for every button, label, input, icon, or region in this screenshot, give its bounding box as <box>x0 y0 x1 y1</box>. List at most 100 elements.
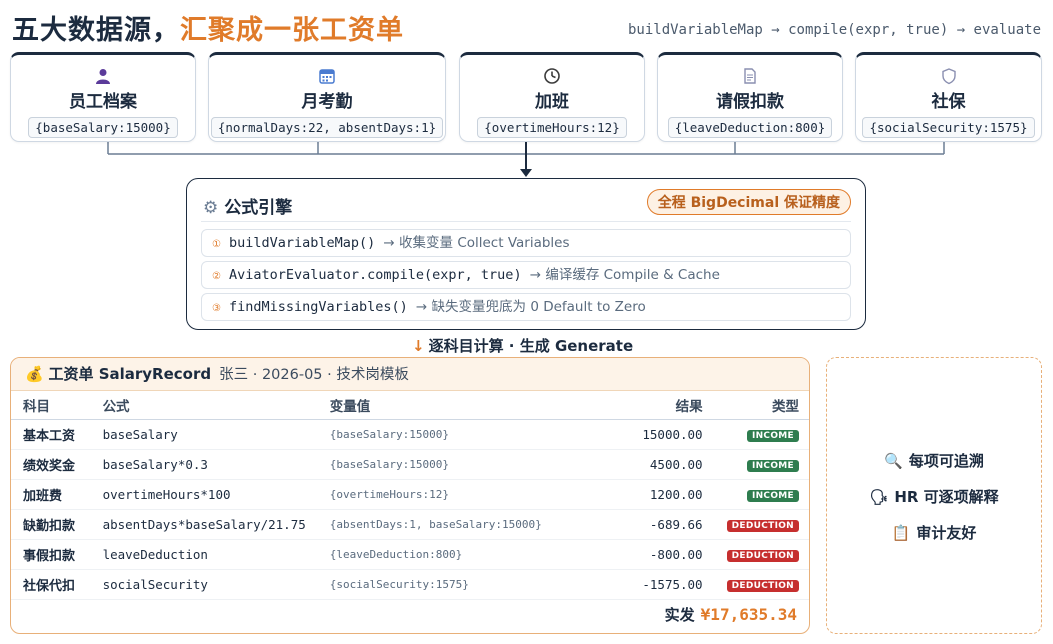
row-item: 绩效奖金 <box>11 449 91 480</box>
person-icon <box>96 69 110 84</box>
table-row: 缺勤扣款 absentDays*baseSalary/21.75 {absentDa… <box>11 509 809 540</box>
source-var: {baseSalary:15000} <box>28 117 178 138</box>
row-vars: {absentDays:1, baseSalary:15000} <box>317 509 594 540</box>
column-header: 变量值 <box>317 391 594 420</box>
source-card-attendance: 月考勤 {normalDays:22, absentDays:1} <box>208 52 446 142</box>
benefit-text: HR 可逐项解释 <box>894 488 999 506</box>
row-formula: baseSalary <box>90 419 318 450</box>
row-item: 事假扣款 <box>11 539 91 570</box>
income-badge: INCOME <box>746 430 799 442</box>
deduction-badge: DEDUCTION <box>726 520 799 532</box>
shield-icon <box>941 68 956 85</box>
table-header-row: 科目 公式 变量值 结果 类型 <box>11 391 809 420</box>
column-header: 科目 <box>11 391 91 420</box>
row-formula: leaveDeduction <box>90 539 318 570</box>
net-pay-value: ¥17,635.34 <box>700 605 797 624</box>
row-result: -689.66 <box>593 509 715 540</box>
row-vars: {overtimeHours:12} <box>317 479 594 510</box>
row-type: INCOME <box>714 419 809 450</box>
engine-title: ⚙ 公式引擎 <box>203 193 292 218</box>
row-item: 加班费 <box>11 479 91 510</box>
benefit-item: 🗣 HR 可逐项解释 <box>827 486 1041 507</box>
salary-title: 工资单 SalaryRecord <box>48 365 212 383</box>
row-type: DEDUCTION <box>714 539 809 570</box>
source-card-social-security: 社保 {socialSecurity:1575} <box>855 52 1042 142</box>
source-card-employee: 员工档案 {baseSalary:15000} <box>10 52 196 142</box>
calendar-icon <box>319 69 335 84</box>
precision-badge: 全程 BigDecimal 保证精度 <box>646 189 851 215</box>
step-number: ③ <box>212 303 221 314</box>
row-vars: {leaveDeduction:800} <box>317 539 594 570</box>
speaking-head-icon: 🗣 <box>869 488 889 506</box>
engine-step: ② AviatorEvaluator.compile(expr, true) → … <box>201 261 851 289</box>
salary-header: 💰 工资单 SalaryRecord 张三 · 2026-05 · 技术岗模板 <box>11 358 809 391</box>
source-card-overtime: 加班 {overtimeHours:12} <box>459 52 645 142</box>
table-row: 绩效奖金 baseSalary*0.3 {baseSalary:15000} 4500… <box>11 449 809 480</box>
step-code: AviatorEvaluator.compile(expr, true) <box>228 267 522 283</box>
deduction-badge: DEDUCTION <box>726 580 799 592</box>
column-header: 结果 <box>593 391 715 420</box>
salary-record: 💰 工资单 SalaryRecord 张三 · 2026-05 · 技术岗模板 科… <box>10 357 810 634</box>
gear-icon: ⚙ <box>203 198 219 218</box>
step-code: buildVariableMap() <box>228 235 376 251</box>
source-card-leave: 请假扣款 {leaveDeduction:800} <box>657 52 843 142</box>
down-arrow-icon: ↓ <box>412 337 425 355</box>
source-name: 员工档案 <box>69 92 137 112</box>
source-var: {leaveDeduction:800} <box>667 117 833 138</box>
row-item: 社保代扣 <box>11 569 91 600</box>
clock-icon <box>544 68 560 84</box>
benefit-item: 🔍 每项可追溯 <box>827 450 1041 471</box>
step-desc: → 缺失变量兜底为 0 Default to Zero <box>415 299 646 315</box>
engine-title-text: 公式引擎 <box>224 198 293 218</box>
income-badge: INCOME <box>746 460 799 472</box>
row-result: 15000.00 <box>593 419 715 450</box>
row-result: 1200.00 <box>593 479 715 510</box>
row-type: DEDUCTION <box>714 569 809 600</box>
table-row: 社保代扣 socialSecurity {socialSecurity:1575} -… <box>11 569 809 600</box>
generate-label: ↓ 逐科目计算 · 生成 Generate <box>412 335 633 356</box>
step-desc: → 编译缓存 Compile & Cache <box>529 267 720 283</box>
row-item: 缺勤扣款 <box>11 509 91 540</box>
column-header: 公式 <box>90 391 318 420</box>
step-number: ① <box>212 239 221 250</box>
step-number: ② <box>212 271 221 282</box>
row-vars: {baseSalary:15000} <box>317 449 594 480</box>
row-formula: overtimeHours*100 <box>90 479 318 510</box>
net-pay: 实发 ¥17,635.34 <box>665 604 797 625</box>
net-pay-label: 实发 <box>664 606 695 624</box>
engine-step: ① buildVariableMap() → 收集变量 Collect Varia… <box>201 229 851 257</box>
salary-meta: 张三 · 2026-05 · 技术岗模板 <box>219 367 409 383</box>
row-result: -800.00 <box>593 539 715 570</box>
column-header: 类型 <box>714 391 809 420</box>
step-code: findMissingVariables() <box>228 299 408 315</box>
formula-engine: ⚙ 公式引擎 全程 BigDecimal 保证精度 ① buildVariableM… <box>186 178 866 330</box>
pipeline-caption: buildVariableMap → compile(expr, true) →… <box>627 22 1041 38</box>
row-vars: {socialSecurity:1575} <box>317 569 594 600</box>
income-badge: INCOME <box>746 490 799 502</box>
source-name: 月考勤 <box>301 92 353 112</box>
source-var: {socialSecurity:1575} <box>862 117 1035 138</box>
table-row: 基本工资 baseSalary {baseSalary:15000} 15000.00… <box>11 419 809 450</box>
table-row: 加班费 overtimeHours*100 {overtimeHours:12} 12… <box>11 479 809 510</box>
row-vars: {baseSalary:15000} <box>317 419 594 450</box>
data-sources: 员工档案 {baseSalary:15000} 月考勤 {normalDays:… <box>10 52 1042 142</box>
row-formula: socialSecurity <box>90 569 318 600</box>
source-var: {overtimeHours:12} <box>477 117 627 138</box>
step-desc: → 收集变量 Collect Variables <box>383 235 570 251</box>
benefit-item: 📋 审计友好 <box>827 522 1041 543</box>
row-result: -1575.00 <box>593 569 715 600</box>
divider <box>201 221 851 222</box>
generate-text: 逐科目计算 · 生成 Generate <box>428 337 634 355</box>
row-result: 4500.00 <box>593 449 715 480</box>
document-icon <box>744 68 756 84</box>
engine-step: ③ findMissingVariables() → 缺失变量兜底为 0 Defa… <box>201 293 851 321</box>
row-type: INCOME <box>714 449 809 480</box>
title-main: 五大数据源， <box>12 15 180 46</box>
salary-table: 科目 公式 变量值 结果 类型 基本工资 baseSalary {baseSalar… <box>11 391 809 600</box>
source-var: {normalDays:22, absentDays:1} <box>210 117 444 138</box>
row-item: 基本工资 <box>11 419 91 450</box>
benefit-text: 每项可追溯 <box>908 452 984 470</box>
deduction-badge: DEDUCTION <box>726 550 799 562</box>
table-row: 事假扣款 leaveDeduction {leaveDeduction:800} -8… <box>11 539 809 570</box>
page-title: 五大数据源，汇聚成一张工资单 <box>12 8 404 47</box>
